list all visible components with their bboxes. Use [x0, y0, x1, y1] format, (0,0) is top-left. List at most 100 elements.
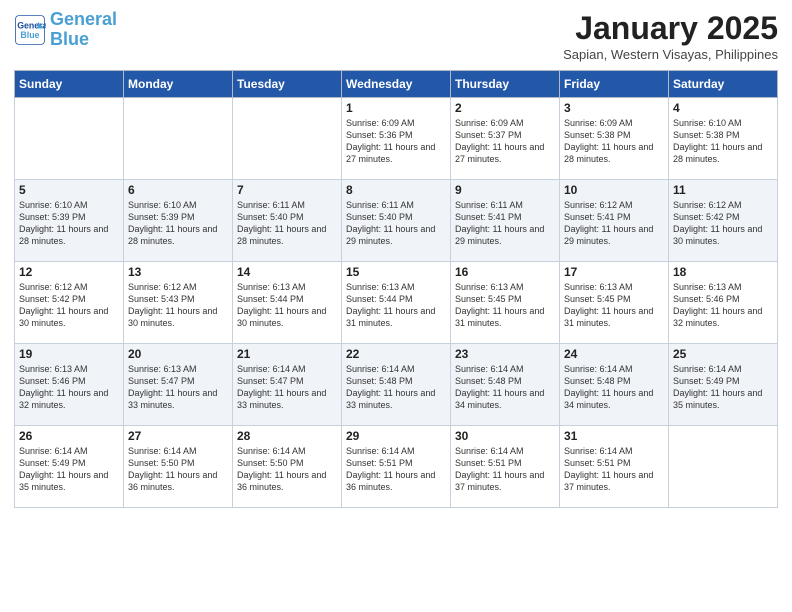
- day-cell-6: 6 Sunrise: 6:10 AM Sunset: 5:39 PM Daylig…: [124, 180, 233, 262]
- day-cell-31: 31 Sunrise: 6:14 AM Sunset: 5:51 PM Dayli…: [560, 426, 669, 508]
- day-cell-17: 17 Sunrise: 6:13 AM Sunset: 5:45 PM Dayli…: [560, 262, 669, 344]
- day-info: Sunrise: 6:13 AM Sunset: 5:46 PM Dayligh…: [19, 363, 119, 412]
- day-cell-24: 24Sunrise: 6:14 AM Sunset: 5:48 PM Dayli…: [560, 344, 669, 426]
- day-info: Sunrise: 6:12 AM Sunset: 5:42 PM Dayligh…: [673, 199, 773, 248]
- day-number: 11: [673, 183, 773, 197]
- week-row-2: 5 Sunrise: 6:10 AM Sunset: 5:39 PM Daylig…: [15, 180, 778, 262]
- week-row-1: 1 Sunrise: 6:09 AM Sunset: 5:36 PM Daylig…: [15, 98, 778, 180]
- empty-cell: [669, 426, 778, 508]
- day-number: 8: [346, 183, 446, 197]
- month-title: January 2025: [563, 10, 778, 47]
- day-info: Sunrise: 6:12 AM Sunset: 5:41 PM Dayligh…: [564, 199, 664, 248]
- day-cell-3: 3 Sunrise: 6:09 AM Sunset: 5:38 PM Daylig…: [560, 98, 669, 180]
- week-row-5: 26Sunrise: 6:14 AM Sunset: 5:49 PM Dayli…: [15, 426, 778, 508]
- day-info: Sunrise: 6:14 AM Sunset: 5:51 PM Dayligh…: [455, 445, 555, 494]
- day-cell-16: 16 Sunrise: 6:13 AM Sunset: 5:45 PM Dayli…: [451, 262, 560, 344]
- day-number: 9: [455, 183, 555, 197]
- header: General Blue GeneralBlue January 2025 Sa…: [14, 10, 778, 62]
- title-block: January 2025 Sapian, Western Visayas, Ph…: [563, 10, 778, 62]
- logo: General Blue GeneralBlue: [14, 10, 117, 50]
- day-info: Sunrise: 6:09 AM Sunset: 5:36 PM Dayligh…: [346, 117, 446, 166]
- day-info: Sunrise: 6:13 AM Sunset: 5:44 PM Dayligh…: [346, 281, 446, 330]
- day-cell-10: 10 Sunrise: 6:12 AM Sunset: 5:41 PM Dayli…: [560, 180, 669, 262]
- logo-wordmark: GeneralBlue: [50, 10, 117, 50]
- day-number: 6: [128, 183, 228, 197]
- day-number: 22: [346, 347, 446, 361]
- weekday-header-monday: Monday: [124, 71, 233, 98]
- day-info: Sunrise: 6:14 AM Sunset: 5:49 PM Dayligh…: [673, 363, 773, 412]
- day-number: 14: [237, 265, 337, 279]
- day-info: Sunrise: 6:09 AM Sunset: 5:38 PM Dayligh…: [564, 117, 664, 166]
- weekday-header-wednesday: Wednesday: [342, 71, 451, 98]
- day-number: 10: [564, 183, 664, 197]
- day-number: 20: [128, 347, 228, 361]
- day-info: Sunrise: 6:10 AM Sunset: 5:38 PM Dayligh…: [673, 117, 773, 166]
- day-number: 1: [346, 101, 446, 115]
- day-info: Sunrise: 6:14 AM Sunset: 5:51 PM Dayligh…: [564, 445, 664, 494]
- day-cell-13: 13Sunrise: 6:12 AM Sunset: 5:43 PM Dayli…: [124, 262, 233, 344]
- weekday-header-thursday: Thursday: [451, 71, 560, 98]
- day-info: Sunrise: 6:13 AM Sunset: 5:47 PM Dayligh…: [128, 363, 228, 412]
- day-info: Sunrise: 6:11 AM Sunset: 5:40 PM Dayligh…: [237, 199, 337, 248]
- day-info: Sunrise: 6:13 AM Sunset: 5:44 PM Dayligh…: [237, 281, 337, 330]
- day-number: 19: [19, 347, 119, 361]
- calendar-table: SundayMondayTuesdayWednesdayThursdayFrid…: [14, 70, 778, 508]
- page: General Blue GeneralBlue January 2025 Sa…: [0, 0, 792, 612]
- day-cell-20: 20 Sunrise: 6:13 AM Sunset: 5:47 PM Dayli…: [124, 344, 233, 426]
- day-number: 4: [673, 101, 773, 115]
- day-number: 7: [237, 183, 337, 197]
- day-number: 2: [455, 101, 555, 115]
- day-cell-11: 11 Sunrise: 6:12 AM Sunset: 5:42 PM Dayli…: [669, 180, 778, 262]
- day-cell-1: 1 Sunrise: 6:09 AM Sunset: 5:36 PM Daylig…: [342, 98, 451, 180]
- day-cell-2: 2Sunrise: 6:09 AM Sunset: 5:37 PM Daylig…: [451, 98, 560, 180]
- day-info: Sunrise: 6:12 AM Sunset: 5:42 PM Dayligh…: [19, 281, 119, 330]
- day-info: Sunrise: 6:14 AM Sunset: 5:47 PM Dayligh…: [237, 363, 337, 412]
- weekday-header-sunday: Sunday: [15, 71, 124, 98]
- day-info: Sunrise: 6:10 AM Sunset: 5:39 PM Dayligh…: [19, 199, 119, 248]
- weekday-header-tuesday: Tuesday: [233, 71, 342, 98]
- day-number: 15: [346, 265, 446, 279]
- day-info: Sunrise: 6:13 AM Sunset: 5:45 PM Dayligh…: [455, 281, 555, 330]
- day-cell-9: 9 Sunrise: 6:11 AM Sunset: 5:41 PM Daylig…: [451, 180, 560, 262]
- svg-text:Blue: Blue: [20, 30, 39, 40]
- day-cell-28: 28 Sunrise: 6:14 AM Sunset: 5:50 PM Dayli…: [233, 426, 342, 508]
- day-cell-19: 19 Sunrise: 6:13 AM Sunset: 5:46 PM Dayli…: [15, 344, 124, 426]
- day-info: Sunrise: 6:14 AM Sunset: 5:48 PM Dayligh…: [455, 363, 555, 412]
- day-info: Sunrise: 6:10 AM Sunset: 5:39 PM Dayligh…: [128, 199, 228, 248]
- day-cell-27: 27 Sunrise: 6:14 AM Sunset: 5:50 PM Dayli…: [124, 426, 233, 508]
- day-number: 31: [564, 429, 664, 443]
- weekday-header-friday: Friday: [560, 71, 669, 98]
- location-subtitle: Sapian, Western Visayas, Philippines: [563, 47, 778, 62]
- day-number: 5: [19, 183, 119, 197]
- day-cell-22: 22 Sunrise: 6:14 AM Sunset: 5:48 PM Dayli…: [342, 344, 451, 426]
- day-info: Sunrise: 6:11 AM Sunset: 5:41 PM Dayligh…: [455, 199, 555, 248]
- day-number: 3: [564, 101, 664, 115]
- day-info: Sunrise: 6:14 AM Sunset: 5:50 PM Dayligh…: [128, 445, 228, 494]
- day-number: 29: [346, 429, 446, 443]
- day-info: Sunrise: 6:13 AM Sunset: 5:45 PM Dayligh…: [564, 281, 664, 330]
- day-number: 23: [455, 347, 555, 361]
- day-info: Sunrise: 6:14 AM Sunset: 5:49 PM Dayligh…: [19, 445, 119, 494]
- day-number: 16: [455, 265, 555, 279]
- svg-text:General: General: [17, 20, 46, 30]
- empty-cell: [124, 98, 233, 180]
- day-cell-15: 15 Sunrise: 6:13 AM Sunset: 5:44 PM Dayli…: [342, 262, 451, 344]
- weekday-header-row: SundayMondayTuesdayWednesdayThursdayFrid…: [15, 71, 778, 98]
- logo-icon: General Blue: [14, 14, 46, 46]
- day-cell-12: 12Sunrise: 6:12 AM Sunset: 5:42 PM Dayli…: [15, 262, 124, 344]
- weekday-header-saturday: Saturday: [669, 71, 778, 98]
- day-number: 28: [237, 429, 337, 443]
- empty-cell: [15, 98, 124, 180]
- day-number: 27: [128, 429, 228, 443]
- day-cell-7: 7 Sunrise: 6:11 AM Sunset: 5:40 PM Daylig…: [233, 180, 342, 262]
- day-number: 13: [128, 265, 228, 279]
- day-cell-5: 5 Sunrise: 6:10 AM Sunset: 5:39 PM Daylig…: [15, 180, 124, 262]
- day-info: Sunrise: 6:14 AM Sunset: 5:48 PM Dayligh…: [346, 363, 446, 412]
- day-number: 25: [673, 347, 773, 361]
- day-info: Sunrise: 6:14 AM Sunset: 5:50 PM Dayligh…: [237, 445, 337, 494]
- day-number: 18: [673, 265, 773, 279]
- day-number: 17: [564, 265, 664, 279]
- day-number: 21: [237, 347, 337, 361]
- day-cell-26: 26Sunrise: 6:14 AM Sunset: 5:49 PM Dayli…: [15, 426, 124, 508]
- day-info: Sunrise: 6:14 AM Sunset: 5:48 PM Dayligh…: [564, 363, 664, 412]
